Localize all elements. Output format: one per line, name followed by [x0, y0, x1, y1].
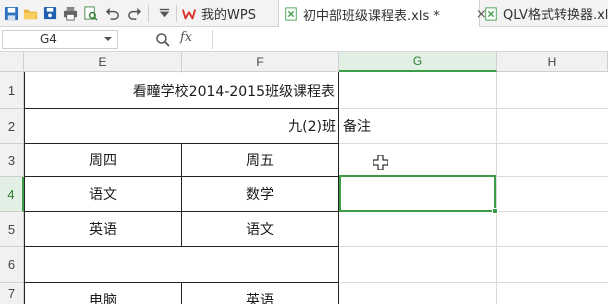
title-cell[interactable]: 看疃学校2014-2015班级课程表	[25, 73, 338, 108]
column-header-e[interactable]: E	[24, 52, 182, 72]
row-header-3[interactable]: 3	[0, 144, 24, 177]
print-preview-icon[interactable]	[82, 5, 98, 21]
name-box[interactable]: G4	[2, 30, 118, 49]
sheet-grid[interactable]: E F G H 1 2 3 4 5 6 7 看疃学校2014-2015班级课程表…	[0, 52, 608, 304]
toolbar-divider	[176, 5, 177, 22]
cell-e4[interactable]: 语文	[25, 177, 181, 211]
row-header-1[interactable]: 1	[0, 72, 24, 109]
toolbar-divider	[148, 5, 149, 22]
tab-label: 我的WPS	[201, 8, 256, 23]
class-name-cell[interactable]: 九(2)班	[25, 109, 338, 143]
insert-function-button[interactable]: fx	[180, 30, 192, 45]
fill-handle[interactable]	[492, 208, 498, 214]
row-header-5[interactable]: 5	[0, 212, 24, 247]
save-as-icon[interactable]	[42, 5, 58, 21]
spreadsheet-app: 我的WPS 初中部班级课程表.xls * × QLV格式转换器.xls G4 f…	[0, 0, 608, 304]
note-cell[interactable]: 备注	[340, 109, 496, 143]
column-header-f[interactable]: F	[182, 52, 339, 72]
column-header-g[interactable]: G	[339, 52, 497, 72]
active-cell-g4[interactable]	[339, 175, 496, 212]
title-toolbar: 我的WPS 初中部班级课程表.xls * × QLV格式转换器.xls	[0, 0, 608, 28]
row-header-2[interactable]: 2	[0, 109, 24, 144]
save-icon[interactable]	[3, 5, 19, 21]
print-icon[interactable]	[62, 5, 78, 21]
row-header-4[interactable]: 4	[0, 177, 24, 212]
chevron-down-icon[interactable]	[103, 34, 113, 44]
spreadsheet-file-icon	[284, 7, 298, 21]
row-header-6[interactable]: 6	[0, 247, 24, 283]
cell-f5[interactable]: 语文	[182, 212, 338, 246]
redo-icon[interactable]	[126, 5, 142, 21]
row-header-7[interactable]: 7	[0, 283, 24, 304]
undo-icon[interactable]	[104, 5, 120, 21]
formula-input[interactable]	[212, 30, 608, 49]
tab-active-workbook[interactable]: 初中部班级课程表.xls * ×	[278, 0, 487, 28]
cell-f3[interactable]: 周五	[182, 144, 338, 176]
spreadsheet-file-icon	[484, 6, 498, 21]
cell-e3[interactable]: 周四	[25, 144, 181, 176]
merged-cell-bg	[25, 248, 338, 282]
cell-cursor-icon	[372, 154, 389, 171]
folder-open-icon[interactable]	[22, 5, 38, 21]
formula-bar: G4 fx	[0, 27, 608, 52]
tab-label: QLV格式转换器.xls	[503, 8, 608, 23]
tab-label: 初中部班级课程表.xls *	[303, 8, 440, 24]
tab-my-wps[interactable]: 我的WPS	[182, 0, 276, 27]
cell-f4[interactable]: 数学	[182, 177, 338, 211]
wps-logo-icon	[182, 7, 196, 21]
customize-dropdown-icon[interactable]	[156, 5, 172, 21]
column-header-h[interactable]: H	[497, 52, 608, 72]
gridline	[496, 72, 497, 304]
cell-f7[interactable]: 英语	[182, 288, 338, 304]
zoom-icon[interactable]	[155, 32, 171, 48]
tab-qlv-converter[interactable]: QLV格式转换器.xls	[484, 0, 608, 27]
cell-e7[interactable]: 电脑	[25, 288, 181, 304]
cell-e5[interactable]: 英语	[25, 212, 181, 246]
select-all-corner[interactable]	[0, 52, 24, 72]
